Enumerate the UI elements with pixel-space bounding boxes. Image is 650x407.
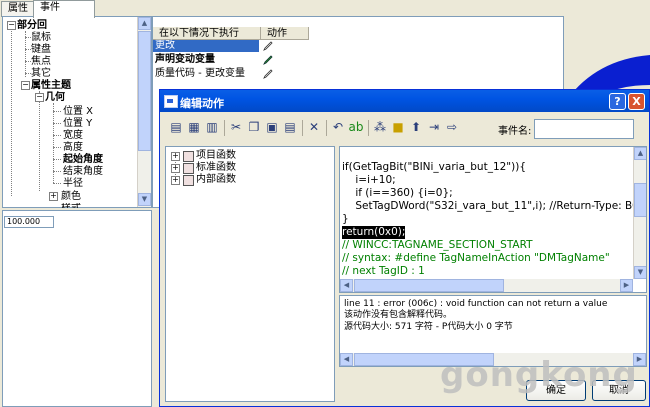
close-button[interactable]: X [628,93,645,110]
tree-item-object[interactable]: 部分回 [17,20,47,31]
tree-item-radius[interactable]: 半径 [63,178,83,189]
column-header-trigger[interactable]: 在以下情况下执行 [153,27,261,40]
scroll-up-icon[interactable]: ▲ [138,17,151,30]
tree-item-project-functions[interactable]: 项目函数 [196,150,236,161]
import-action-icon[interactable]: ⇥ [426,119,442,135]
code-line-comment: // WINCC:TAGNAME_SECTION_START [342,239,533,251]
tree-item-color[interactable]: 颜色 [61,191,81,202]
column-header-action[interactable]: 动作 [261,27,309,40]
scroll-down-icon[interactable]: ▼ [634,266,646,279]
tree-item-other[interactable]: 其它 [31,68,51,79]
pencil-green-icon[interactable] [263,55,273,65]
scroll-left-icon[interactable]: ◀ [340,279,353,292]
scroll-thumb[interactable] [634,183,646,217]
event-row-quality-code[interactable]: 质量代码 - 更改变量 [155,68,255,80]
dialog-titlebar[interactable]: 编辑动作 ? X [160,90,649,112]
scroll-left-icon[interactable]: ◀ [340,353,353,366]
scroll-up-icon[interactable]: ▲ [634,147,646,160]
tree-scrollbar[interactable]: ▲ ▼ [137,17,151,207]
tree-item-internal-functions[interactable]: 内部函数 [196,174,236,185]
dialog-title: 编辑动作 [180,97,224,110]
event-row-change[interactable]: 更改 [155,40,255,52]
scroll-right-icon[interactable]: ▶ [620,279,633,292]
export-action-icon[interactable]: ⇨ [444,119,460,135]
code-line-comment: // next TagID : 1 [342,265,425,276]
copy-icon[interactable]: ❐ [246,119,262,135]
scroll-thumb[interactable] [138,31,151,151]
tree-item-standard-functions[interactable]: 标准函数 [196,162,236,173]
help-button[interactable]: ? [609,93,626,110]
tree-item-width[interactable]: 宽度 [63,130,83,141]
tree-item-geometry[interactable]: 几何 [45,92,65,103]
event-name-input[interactable] [534,119,634,139]
undo-icon[interactable]: ↶ [330,119,346,135]
error-message: line 11 : error (006c) : void function c… [344,299,608,309]
export-icon[interactable]: ▥ [204,119,220,135]
size-message: 源代码大小: 571 字符 - P代码大小 0 字节 [344,322,513,332]
tree-item-height[interactable]: 高度 [63,142,83,153]
window-icon [164,95,178,108]
code-line: if (i==360) {i=0}; [342,187,453,199]
save-icon[interactable]: ▤ [168,119,184,135]
expand-icon[interactable]: + [171,176,180,185]
delete-icon[interactable]: ✕ [306,119,322,135]
code-line: i=i+10; [342,174,396,186]
folder-icon [183,163,194,174]
cut-icon[interactable]: ✂ [228,119,244,135]
code-scrollbar-vertical[interactable]: ▲ ▼ [633,147,646,279]
collapse-icon[interactable]: − [35,93,44,102]
collapse-icon[interactable]: − [21,81,30,90]
tree-item-property-topics[interactable]: 属性主题 [31,80,71,91]
collapse-icon[interactable]: − [7,21,16,30]
value-input[interactable]: 100.000 [4,216,54,228]
dialog-toolbar: ▤ ▦ ▥ ✂ ❐ ▣ ▤ ✕ ↶ ab ⁂ ■ ⬆ ⇥ ⇨ 事件名: [162,114,648,144]
watermark: gongkong [440,355,638,395]
function-tree: + 项目函数 + 标准函数 + 内部函数 [165,146,335,402]
scroll-thumb[interactable] [354,279,504,292]
lower-pane [2,210,152,407]
event-row-variable-change[interactable]: 声明变动变量 [155,54,255,66]
abc-icon[interactable]: ab [348,119,364,135]
info-message: 该动作没有包含解释代码。 [344,310,453,320]
tag-icon[interactable]: ⁂ [372,119,388,135]
cube-icon[interactable]: ■ [390,119,406,135]
code-line: SetTagDWord("S32i_vara_but_11",i); //Ret… [342,200,641,212]
tab-bar: 属性 事件 [0,0,220,18]
tree-item-keyboard[interactable]: 键盘 [31,44,51,55]
expand-icon[interactable]: + [171,152,180,161]
scroll-down-icon[interactable]: ▼ [138,193,151,206]
tab-events[interactable]: 事件 [33,0,95,18]
code-line: } [342,213,349,225]
code-line-comment: // syntax: #define TagNameInAction "DMTa… [342,252,610,264]
format-icon[interactable]: ▤ [282,119,298,135]
tree-item-position-x[interactable]: 位置 X [63,106,93,117]
code-line: if(GetTagBit("BINi_varia_but_12")){ [342,161,527,173]
paste-icon[interactable]: ▣ [264,119,280,135]
tree-item-style[interactable]: 样式 [61,203,81,208]
tree-item-end-angle[interactable]: 结束角度 [63,166,103,177]
code-scrollbar-horizontal[interactable]: ◀ ▶ [340,279,633,292]
event-name-label: 事件名: [498,126,532,137]
tree-item-focus[interactable]: 焦点 [31,56,51,67]
tree-item-position-y[interactable]: 位置 Y [63,118,92,129]
pencil-icon[interactable] [263,41,273,51]
expand-icon[interactable]: + [49,192,58,201]
function-icon[interactable]: ⬆ [408,119,424,135]
folder-icon [183,175,194,186]
pencil-icon[interactable] [263,69,273,79]
tree-item-mouse[interactable]: 鼠标 [31,32,51,43]
tree-item-start-angle[interactable]: 起始角度 [63,154,103,165]
import-icon[interactable]: ▦ [186,119,202,135]
event-tree: − 部分回 鼠标 键盘 焦点 其它 − 属性主题 − 几何 位置 X 位置 Y … [2,16,152,208]
expand-icon[interactable]: + [171,164,180,173]
code-editor[interactable]: if(GetTagBit("BINi_varia_but_12")){ i=i+… [339,146,647,293]
code-line-selected: return(0x0); [342,226,406,239]
folder-icon [183,151,194,162]
